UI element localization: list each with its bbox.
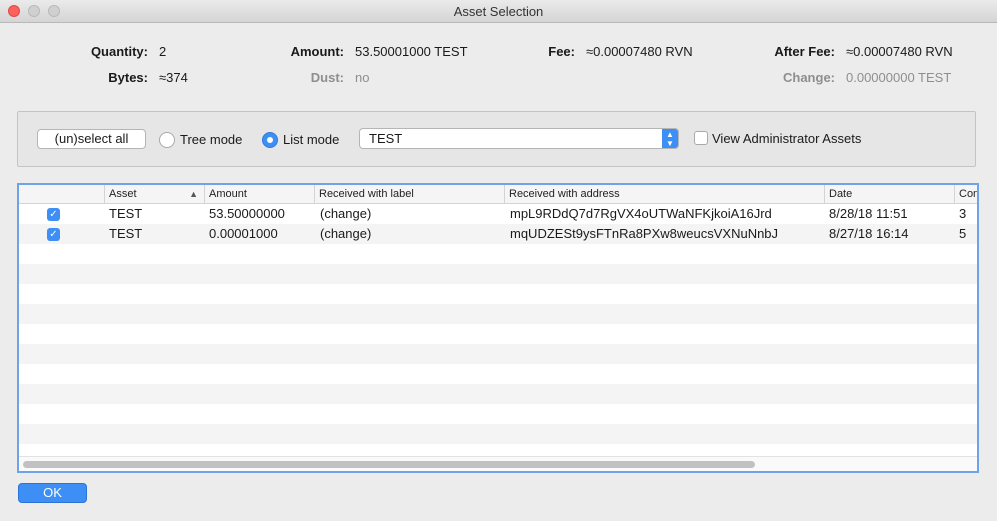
- cell-label: (change): [320, 226, 372, 241]
- empty-row: [19, 264, 977, 284]
- asset-select[interactable]: TEST ▲ ▼: [359, 128, 679, 149]
- cell-date: 8/27/18 16:14: [829, 226, 909, 241]
- column-header-address[interactable]: Received with address: [504, 185, 824, 203]
- quantity-value: 2: [159, 44, 167, 59]
- row-checkbox[interactable]: ✓: [47, 208, 60, 221]
- after-fee-label: After Fee:: [774, 44, 835, 59]
- empty-row: [19, 424, 977, 444]
- dust-label: Dust:: [310, 70, 344, 85]
- column-header-amount[interactable]: Amount: [204, 185, 314, 203]
- empty-row: [19, 364, 977, 384]
- column-header-asset[interactable]: Asset ▲: [104, 185, 204, 203]
- cell-confirmations: 3: [959, 206, 967, 221]
- column-header-select[interactable]: [19, 185, 104, 203]
- asset-select-value: TEST: [369, 131, 403, 146]
- title-bar: Asset Selection: [0, 0, 997, 23]
- amount-value: 53.50001000 TEST: [355, 44, 468, 59]
- amount-label: Amount:: [290, 44, 344, 59]
- column-header-label[interactable]: Received with label: [314, 185, 504, 203]
- column-header-date[interactable]: Date: [824, 185, 954, 203]
- updown-chevron-icon: ▲ ▼: [662, 129, 678, 148]
- tree-mode-label[interactable]: Tree mode: [180, 132, 242, 147]
- dust-value: no: [355, 70, 370, 85]
- fee-value: ≈0.00007480 RVN: [586, 44, 693, 59]
- column-header-confirmations[interactable]: Con: [954, 185, 977, 203]
- row-checkbox[interactable]: ✓: [47, 228, 60, 241]
- fee-label: Fee:: [548, 44, 575, 59]
- sort-ascending-icon: ▲: [189, 189, 198, 199]
- empty-row: [19, 244, 977, 264]
- bytes-label: Bytes:: [108, 70, 148, 85]
- bytes-value: ≈374: [159, 70, 188, 85]
- empty-row: [19, 284, 977, 304]
- change-label: Change:: [783, 70, 835, 85]
- empty-row: [19, 384, 977, 404]
- unselect-all-button[interactable]: (un)select all: [37, 129, 146, 149]
- tree-mode-radio[interactable]: [159, 132, 175, 148]
- list-mode-label[interactable]: List mode: [283, 132, 339, 147]
- cell-label: (change): [320, 206, 372, 221]
- view-admin-label[interactable]: View Administrator Assets: [712, 131, 861, 146]
- window-title: Asset Selection: [453, 4, 544, 19]
- list-mode-radio[interactable]: [262, 132, 278, 148]
- cell-confirmations: 5: [959, 226, 967, 241]
- cell-amount: 53.50000000: [209, 206, 285, 221]
- scrollbar-thumb[interactable]: [23, 461, 755, 468]
- cell-amount: 0.00001000: [209, 226, 278, 241]
- empty-row: [19, 304, 977, 324]
- horizontal-scrollbar[interactable]: [19, 456, 977, 471]
- table-header: Asset ▲ Amount Received with label Recei…: [19, 185, 977, 204]
- change-value: 0.00000000 TEST: [846, 70, 952, 85]
- cell-asset: TEST: [109, 206, 143, 221]
- empty-row: [19, 344, 977, 364]
- table-row[interactable]: ✓ TEST 0.00001000 (change) mqUDZESt9ysFT…: [19, 224, 977, 244]
- empty-row: [19, 404, 977, 424]
- after-fee-value: ≈0.00007480 RVN: [846, 44, 953, 59]
- cell-date: 8/28/18 11:51: [829, 206, 908, 221]
- cell-asset: TEST: [109, 226, 143, 241]
- table-row[interactable]: ✓ TEST 53.50000000 (change) mpL9RDdQ7d7R…: [19, 204, 977, 224]
- cell-address: mqUDZESt9ysFTnRa8PXw8weucsVXNuNnbJ: [510, 226, 779, 241]
- coins-table[interactable]: Asset ▲ Amount Received with label Recei…: [17, 183, 979, 473]
- quantity-label: Quantity:: [90, 44, 148, 59]
- ok-button[interactable]: OK: [18, 483, 87, 503]
- cell-address: mpL9RDdQ7d7RgVX4oUTWaNFKjkoiA16Jrd: [510, 206, 772, 221]
- empty-row: [19, 324, 977, 344]
- view-admin-checkbox[interactable]: [694, 131, 708, 145]
